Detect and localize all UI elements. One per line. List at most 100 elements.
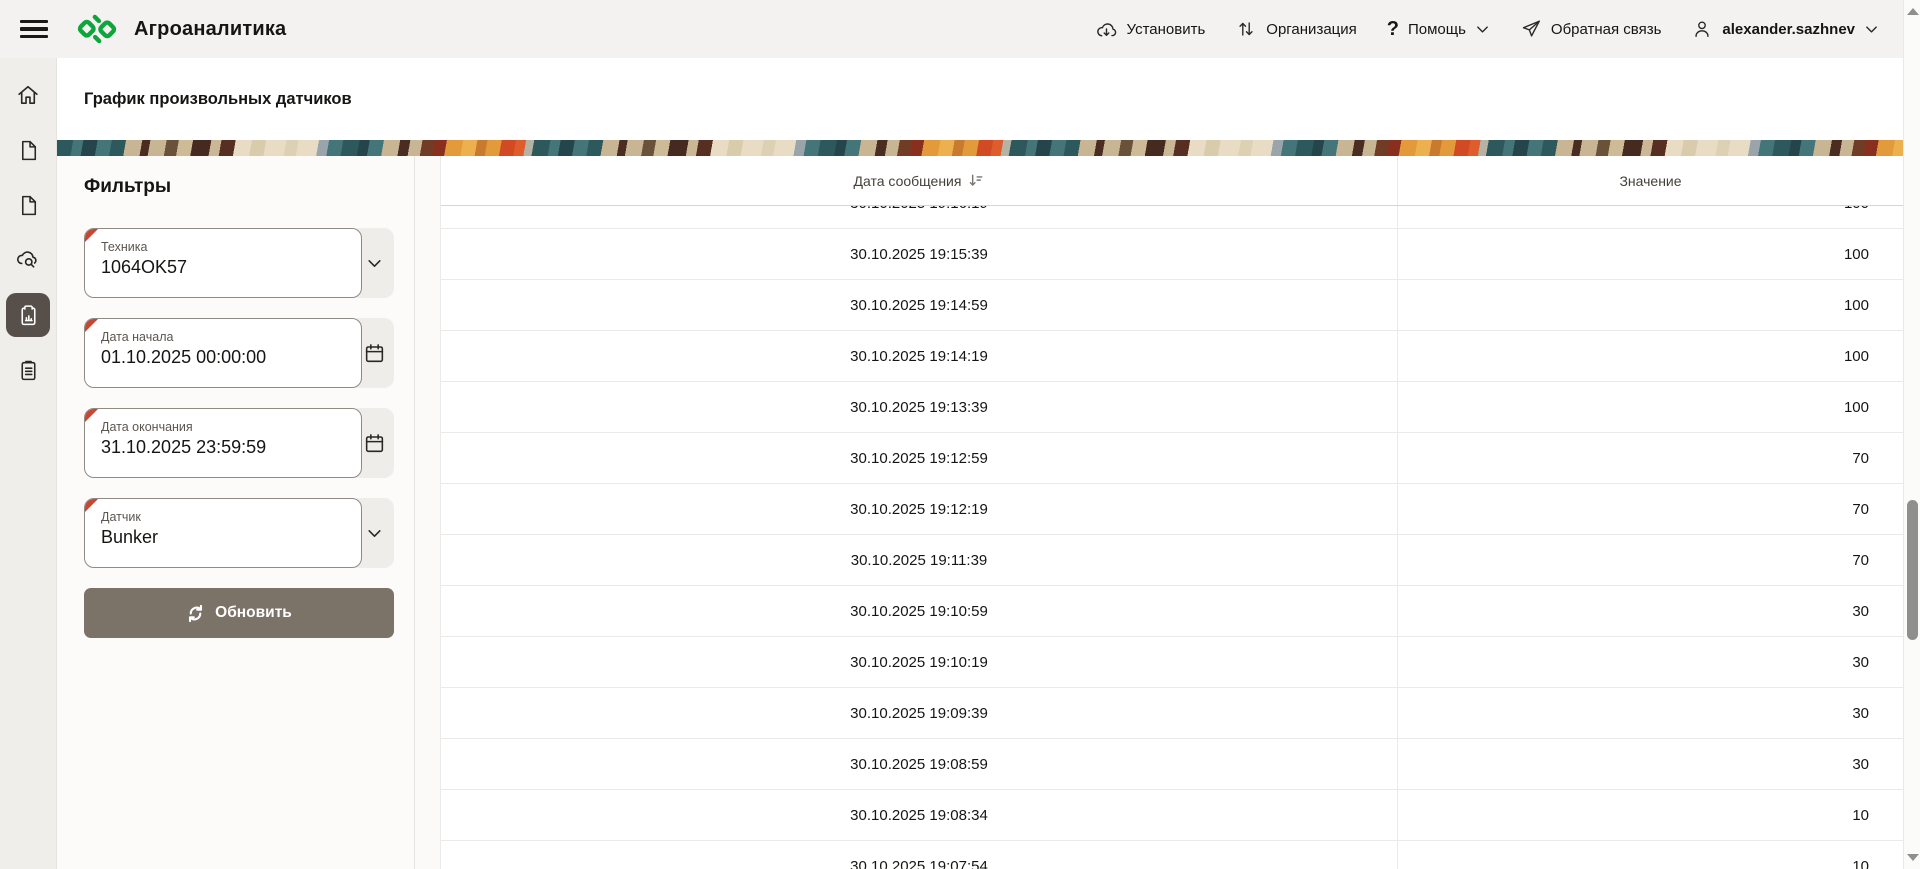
hamburger-menu-button[interactable] [20, 20, 48, 39]
refresh-button-label: Обновить [215, 604, 292, 622]
cell-value: 70 [1397, 433, 1903, 483]
cloud-download-icon [1095, 18, 1118, 41]
filter-field-date-2: Дата окончания [84, 408, 394, 478]
menu-item-label: Помощь [1408, 21, 1466, 38]
document-icon [16, 138, 41, 163]
table-row[interactable]: 30.10.2025 19:08:34 10 [441, 790, 1903, 841]
select-chevron-icon [366, 525, 383, 542]
cell-message-date: 30.10.2025 19:08:59 [441, 739, 1397, 789]
cell-value: 30 [1397, 739, 1903, 789]
table-row[interactable]: 30.10.2025 19:10:19 30 [441, 637, 1903, 688]
table-body: 30.10.2025 19:16:19 100 30.10.2025 19:15… [441, 206, 1903, 869]
menu-item-install[interactable]: Установить [1095, 18, 1206, 41]
app-header: Агроаналитика Установить Организация ? П… [0, 0, 1903, 58]
menu-item-label: alexander.sazhnev [1722, 21, 1855, 38]
table-row[interactable]: 30.10.2025 19:15:39 100 [441, 229, 1903, 280]
menu-item-label: Обратная связь [1551, 21, 1662, 38]
table-row[interactable]: 30.10.2025 19:07:54 10 [441, 841, 1903, 869]
page-title: График произвольных датчиков [84, 90, 352, 109]
sidebar-item-document-1[interactable] [6, 128, 50, 172]
scrollbar-up-arrow[interactable] [1907, 8, 1919, 15]
sidebar-item-journal[interactable] [6, 348, 50, 392]
menu-item-organization[interactable]: Организация [1235, 18, 1356, 40]
home-icon [15, 82, 41, 108]
chevron-down-icon [1475, 22, 1490, 37]
sidebar-item-cloud-search[interactable] [6, 238, 50, 282]
cell-message-date: 30.10.2025 19:12:19 [441, 484, 1397, 534]
table-row[interactable]: 30.10.2025 19:12:59 70 [441, 433, 1903, 484]
table-row[interactable]: 30.10.2025 19:09:39 30 [441, 688, 1903, 739]
cell-value: 100 [1397, 229, 1903, 279]
sort-descending-icon [967, 172, 984, 189]
field-input[interactable] [101, 437, 347, 458]
field-label: Дата начала [101, 330, 347, 344]
header-menu: Установить Организация ? Помощь Обратная… [1095, 18, 1879, 41]
sidebar-item-document-2[interactable] [6, 183, 50, 227]
filters-panel: Фильтры Техника Дата начала Дата окончан… [57, 156, 415, 869]
scrollbar-down-arrow[interactable] [1907, 854, 1919, 861]
filter-field-техника: Техника [84, 228, 394, 298]
column-header-date[interactable]: Дата сообщения [441, 156, 1397, 205]
calendar-icon [363, 432, 386, 455]
sync-arrows-icon [1235, 18, 1257, 40]
table-header-row: Дата сообщения Значение [441, 156, 1903, 206]
cell-value: 70 [1397, 535, 1903, 585]
cell-message-date: 30.10.2025 19:10:59 [441, 586, 1397, 636]
page-scrollbar[interactable] [1903, 0, 1920, 869]
table-row[interactable]: 30.10.2025 19:12:19 70 [441, 484, 1903, 535]
cell-message-date: 30.10.2025 19:11:39 [441, 535, 1397, 585]
cell-message-date: 30.10.2025 19:16:19 [441, 206, 1397, 228]
field-label: Дата окончания [101, 420, 347, 434]
field-input[interactable] [101, 347, 347, 368]
cell-message-date: 30.10.2025 19:10:19 [441, 637, 1397, 687]
paper-plane-icon [1520, 18, 1542, 40]
column-header-value-label: Значение [1619, 173, 1681, 189]
cell-message-date: 30.10.2025 19:13:39 [441, 382, 1397, 432]
refresh-button[interactable]: Обновить [84, 588, 394, 638]
cell-value: 10 [1397, 790, 1903, 840]
field-input[interactable] [101, 527, 347, 548]
field-label: Датчик [101, 510, 347, 524]
header-left: Агроаналитика [20, 8, 286, 50]
filters-title: Фильтры [84, 176, 394, 198]
field-input[interactable] [101, 257, 347, 278]
cell-message-date: 30.10.2025 19:07:54 [441, 841, 1397, 869]
cell-message-date: 30.10.2025 19:09:39 [441, 688, 1397, 738]
chevron-down-icon [1864, 22, 1879, 37]
cell-value: 100 [1397, 280, 1903, 330]
document-icon [16, 193, 41, 218]
cell-value: 100 [1397, 206, 1903, 228]
table-row[interactable]: 30.10.2025 19:14:19 100 [441, 331, 1903, 382]
sidebar-item-home[interactable] [6, 73, 50, 117]
table-row[interactable]: 30.10.2025 19:10:59 30 [441, 586, 1903, 637]
cell-value: 100 [1397, 382, 1903, 432]
table-row[interactable]: 30.10.2025 19:11:39 70 [441, 535, 1903, 586]
column-header-value[interactable]: Значение [1397, 156, 1903, 205]
scrollbar-thumb[interactable] [1907, 500, 1918, 640]
table-row[interactable]: 30.10.2025 19:13:39 100 [441, 382, 1903, 433]
decorative-pattern-strip [57, 140, 1903, 156]
column-header-date-label: Дата сообщения [854, 173, 962, 189]
field-label: Техника [101, 240, 347, 254]
calendar-icon [363, 342, 386, 365]
table-row[interactable]: 30.10.2025 19:14:59 100 [441, 280, 1903, 331]
clipboard-list-icon [16, 358, 41, 383]
page-subheader: График произвольных датчиков [57, 58, 1903, 140]
sidebar-item-sensor-chart[interactable] [6, 293, 50, 337]
menu-item-feedback[interactable]: Обратная связь [1520, 18, 1662, 40]
menu-item-label: Организация [1266, 21, 1356, 38]
filters-fields: Техника Дата начала Дата окончания Датчи… [84, 228, 394, 568]
cell-value: 70 [1397, 484, 1903, 534]
table-row[interactable]: 30.10.2025 19:08:59 30 [441, 739, 1903, 790]
cell-message-date: 30.10.2025 19:12:59 [441, 433, 1397, 483]
cell-message-date: 30.10.2025 19:14:19 [441, 331, 1397, 381]
cell-message-date: 30.10.2025 19:14:59 [441, 280, 1397, 330]
user-icon [1691, 18, 1713, 40]
filter-field-датчик: Датчик [84, 498, 394, 568]
table-row[interactable]: 30.10.2025 19:16:19 100 [441, 206, 1903, 229]
menu-item-user[interactable]: alexander.sazhnev [1691, 18, 1879, 40]
select-chevron-icon [366, 255, 383, 272]
cell-value: 30 [1397, 688, 1903, 738]
app-logo-icon [76, 8, 118, 50]
menu-item-help[interactable]: ? Помощь [1387, 19, 1490, 39]
